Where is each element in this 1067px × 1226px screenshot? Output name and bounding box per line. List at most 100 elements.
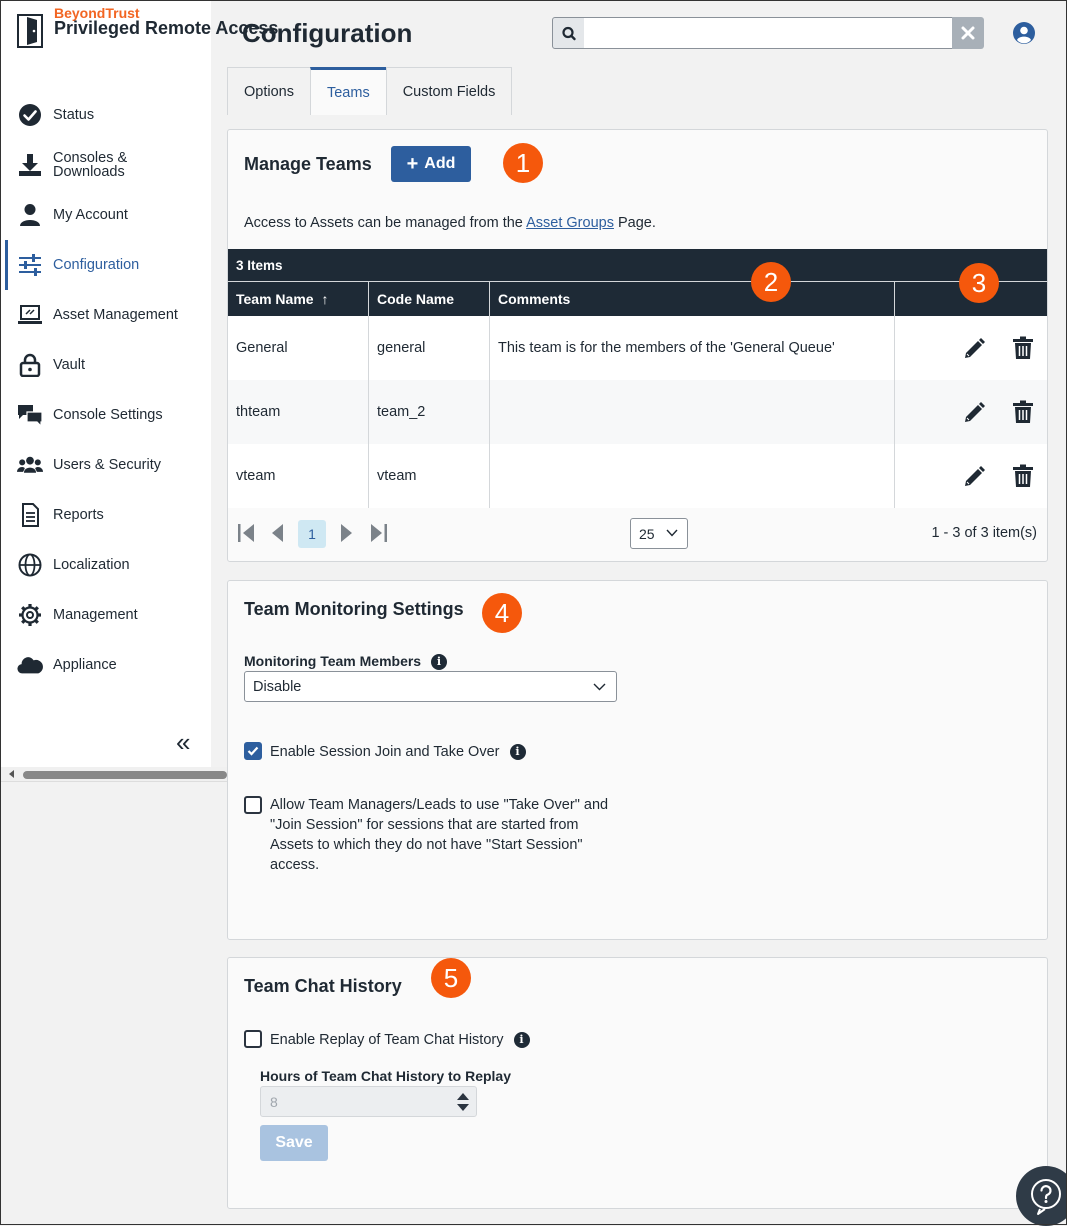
previous-page-icon[interactable] bbox=[268, 522, 288, 544]
collapse-sidebar-button[interactable]: « bbox=[176, 729, 190, 755]
current-page-button[interactable]: 1 bbox=[298, 520, 326, 548]
add-team-button[interactable]: + Add bbox=[391, 146, 471, 182]
sidebar-item-status[interactable]: Status bbox=[1, 90, 211, 140]
team-name-cell: thteam bbox=[228, 380, 369, 444]
help-button[interactable] bbox=[1016, 1166, 1067, 1226]
sidebar-item-label: Reports bbox=[53, 507, 104, 523]
chat-bubbles-icon bbox=[18, 405, 43, 427]
team-name-cell: vteam bbox=[228, 444, 369, 508]
managers-take-over-label: Allow Team Managers/Leads to use "Take O… bbox=[270, 797, 609, 873]
info-suffix: Page. bbox=[617, 215, 656, 231]
document-icon bbox=[22, 503, 39, 527]
sidebar-item-label: Status bbox=[53, 107, 95, 123]
sidebar-item-users-security[interactable]: Users & Security bbox=[1, 440, 211, 490]
sidebar-item-localization[interactable]: Localization bbox=[1, 540, 211, 590]
replay-chat-checkbox[interactable] bbox=[244, 1030, 262, 1048]
scrollbar-thumb[interactable] bbox=[23, 771, 227, 779]
teams-grid: 3 Items Team Name ↑ Code Name Comments G… bbox=[228, 249, 1047, 508]
sidebar-item-vault[interactable]: Vault bbox=[1, 340, 211, 390]
brand-product: Privileged Remote Access bbox=[54, 18, 279, 38]
callout-badge-2: 2 bbox=[751, 262, 791, 302]
team-name-cell: General bbox=[228, 316, 369, 380]
sidebar-item-consoles-downloads[interactable]: Consoles & Downloads bbox=[1, 140, 211, 190]
edit-pencil-icon[interactable] bbox=[963, 336, 985, 360]
page-size-select[interactable]: 25 bbox=[630, 518, 688, 549]
users-icon bbox=[17, 456, 43, 473]
edit-pencil-icon[interactable] bbox=[963, 464, 985, 488]
globe-icon bbox=[18, 553, 42, 577]
sidebar-item-label: Consoles & Downloads bbox=[53, 150, 128, 180]
session-join-checkbox[interactable] bbox=[244, 742, 262, 760]
download-icon bbox=[19, 154, 41, 176]
first-page-icon[interactable] bbox=[236, 522, 256, 544]
column-comments[interactable]: Comments bbox=[490, 282, 895, 316]
help-question-icon bbox=[1031, 1179, 1061, 1215]
spinner-arrows-icon bbox=[457, 1093, 469, 1111]
delete-trash-icon[interactable] bbox=[1012, 464, 1034, 488]
info-icon[interactable]: i bbox=[430, 654, 447, 671]
chevron-down-icon bbox=[666, 529, 678, 537]
sidebar-nav: Status Consoles & Downloads My Account C… bbox=[1, 90, 211, 690]
save-button: Save bbox=[260, 1125, 328, 1161]
info-icon[interactable]: i bbox=[509, 744, 526, 761]
sidebar-item-appliance[interactable]: Appliance bbox=[1, 640, 211, 690]
comments-cell: This team is for the members of the 'Gen… bbox=[490, 316, 895, 380]
monitoring-members-label: Monitoring Team Members i bbox=[244, 653, 447, 671]
close-icon bbox=[961, 26, 975, 40]
clear-search-button[interactable] bbox=[952, 17, 984, 49]
delete-trash-icon[interactable] bbox=[1012, 400, 1034, 424]
chevron-down-icon bbox=[593, 683, 606, 691]
search-bar bbox=[552, 17, 984, 49]
pager-summary: 1 - 3 of 3 item(s) bbox=[931, 525, 1037, 541]
tab-teams[interactable]: Teams bbox=[309, 67, 387, 115]
edit-pencil-icon[interactable] bbox=[963, 400, 985, 424]
user-profile-icon[interactable] bbox=[1012, 21, 1036, 45]
monitoring-title: Team Monitoring Settings bbox=[244, 599, 464, 619]
team-chat-history-panel: Team Chat History 5 Enable Replay of Tea… bbox=[227, 957, 1048, 1209]
info-icon[interactable]: i bbox=[513, 1032, 530, 1049]
column-code-name[interactable]: Code Name bbox=[369, 282, 490, 316]
sidebar-item-label: Asset Management bbox=[53, 307, 178, 323]
sidebar-item-reports[interactable]: Reports bbox=[1, 490, 211, 540]
callout-badge-4: 4 bbox=[482, 593, 522, 633]
next-page-icon[interactable] bbox=[336, 522, 356, 544]
sidebar-item-label: Appliance bbox=[53, 657, 117, 673]
sidebar-item-console-settings[interactable]: Console Settings bbox=[1, 390, 211, 440]
sidebar-horizontal-scrollbar[interactable] bbox=[1, 767, 227, 782]
monitoring-members-select[interactable]: Disable bbox=[244, 671, 617, 702]
sidebar-item-asset-management[interactable]: Asset Management bbox=[1, 290, 211, 340]
code-name-cell: vteam bbox=[369, 444, 490, 508]
manage-teams-title: Manage Teams bbox=[244, 154, 372, 174]
sidebar-item-label: Localization bbox=[53, 557, 130, 573]
sidebar-item-label: Console Settings bbox=[53, 407, 163, 423]
sidebar-item-my-account[interactable]: My Account bbox=[1, 190, 211, 240]
asset-groups-link[interactable]: Asset Groups bbox=[526, 215, 614, 231]
sidebar-item-configuration[interactable]: Configuration bbox=[1, 240, 211, 290]
last-page-icon[interactable] bbox=[369, 522, 389, 544]
search-button[interactable] bbox=[552, 17, 585, 49]
session-join-label: Enable Session Join and Take Over i bbox=[270, 742, 526, 762]
managers-take-over-checkbox[interactable] bbox=[244, 796, 262, 814]
lock-icon bbox=[19, 353, 41, 377]
sidebar-item-management[interactable]: Management bbox=[1, 590, 211, 640]
grid-pager: 1 25 1 - 3 of 3 item(s) bbox=[228, 508, 1047, 560]
cloud-icon bbox=[17, 657, 43, 674]
page-title: Configuration bbox=[242, 18, 413, 48]
tab-custom-fields[interactable]: Custom Fields bbox=[385, 67, 513, 115]
column-team-name[interactable]: Team Name ↑ bbox=[228, 282, 369, 316]
tab-options[interactable]: Options bbox=[227, 67, 311, 115]
user-icon bbox=[20, 204, 40, 226]
config-tabs: Options Teams Custom Fields bbox=[227, 67, 513, 115]
sidebar-item-label: Vault bbox=[53, 357, 85, 373]
search-input[interactable] bbox=[584, 17, 952, 49]
sidebar-item-label: Management bbox=[53, 607, 138, 623]
asset-groups-info: Access to Assets can be managed from the… bbox=[244, 215, 656, 231]
scroll-left-arrow-icon[interactable] bbox=[9, 770, 14, 778]
replay-chat-label: Enable Replay of Team Chat History i bbox=[270, 1030, 530, 1050]
chat-history-title: Team Chat History bbox=[244, 976, 402, 996]
laptop-icon bbox=[18, 305, 42, 324]
replay-chat-text: Enable Replay of Team Chat History bbox=[270, 1032, 504, 1048]
comments-cell bbox=[490, 380, 895, 444]
delete-trash-icon[interactable] bbox=[1012, 336, 1034, 360]
sidebar-item-label: My Account bbox=[53, 207, 128, 223]
